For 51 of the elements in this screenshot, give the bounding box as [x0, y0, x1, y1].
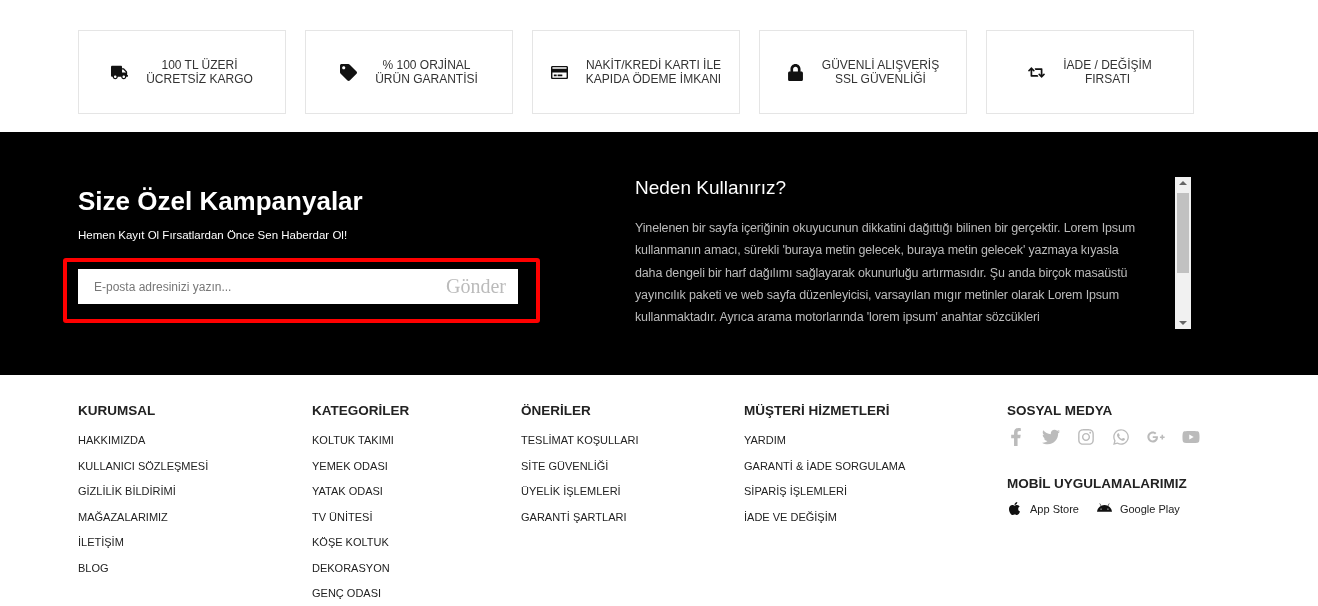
- feature-text: GÜVENLİ ALIŞVERİŞ SSL GÜVENLİĞİ: [821, 58, 940, 86]
- about-paragraph: Yinelenen bir sayfa içeriğinin okuyucunun dikkatini dağıttığı bilinen bir gerçektir. Lorem Ipsum kullanmanın amacı, sürekli 'buraya metin gelecek, buraya metin gelecek' yazmaya kıyasla daha dengeli bir harf dağılımı sağlayarak okunurluğu artırmasıdır. Şu anda birçok masaüstü yayıncılık paketi ve web sayfa düzenleyicisi, varsayılan mıgır metinler olarak Lorem Ipsum kullanmaktadır. Ayrıca arama motorlarında 'lorem ipsum' anahtar sözcükleri: [635, 220, 1135, 327]
- scrollbar-thumb[interactable]: [1177, 193, 1189, 273]
- newsletter-subtitle: Hemen Kayıt Ol Fırsatlardan Önce Sen Haberdar Ol!: [78, 229, 349, 241]
- footer-link[interactable]: TV ÜNİTESİ: [312, 504, 521, 530]
- footer-heading: SOSYAL MEDYA: [1007, 403, 1114, 418]
- footer-link[interactable]: GARANTİ ŞARTLARI: [521, 504, 744, 530]
- footer-heading: KURUMSAL: [78, 403, 157, 418]
- credit-card-icon: [550, 63, 568, 81]
- footer-link[interactable]: YARDIM: [744, 428, 1007, 454]
- tag-icon: [340, 63, 358, 81]
- feature-text: İADE / DEĞİŞİM FIRSATI: [1063, 58, 1152, 86]
- scrollbar[interactable]: [1175, 177, 1191, 329]
- footer-link[interactable]: GİZLİLİK BİLDİRİMİ: [78, 479, 312, 505]
- feature-text: NAKİT/KREDİ KARTI İLE KAPIDA ÖDEME İMKANI: [585, 58, 722, 86]
- footer-link[interactable]: HAKKIMIZDA: [78, 428, 312, 454]
- footer-link[interactable]: YATAK ODASI: [312, 479, 521, 505]
- feature-text: % 100 ORJİNAL ÜRÜN GARANTİSİ: [375, 58, 478, 86]
- footer-link[interactable]: SİTE GÜVENLİĞİ: [521, 453, 744, 479]
- instagram-icon[interactable]: [1077, 428, 1095, 446]
- footer-heading: MOBİL UYGULAMALARIMIZ: [1007, 476, 1188, 491]
- footer-link[interactable]: SİPARİŞ İŞLEMLERİ: [744, 479, 1007, 505]
- footer-link[interactable]: İLETİŞİM: [78, 530, 312, 556]
- youtube-icon[interactable]: [1182, 428, 1200, 446]
- footer-link[interactable]: DEKORASYON: [312, 555, 521, 581]
- apple-icon: [1007, 501, 1022, 516]
- footer-link[interactable]: KÖŞE KOLTUK: [312, 530, 521, 556]
- footer-link[interactable]: TESLİMAT KOŞULLARI: [521, 428, 744, 454]
- footer-link[interactable]: KULLANICI SÖZLEŞMESİ: [78, 453, 312, 479]
- twitter-icon[interactable]: [1042, 428, 1060, 446]
- whatsapp-icon[interactable]: [1112, 428, 1130, 446]
- footer-link[interactable]: MAĞAZALARIMIZ: [78, 504, 312, 530]
- footer-link[interactable]: GARANTİ & İADE SORGULAMA: [744, 453, 1007, 479]
- truck-icon: [111, 63, 129, 81]
- footer-link[interactable]: GENÇ ODASI: [312, 581, 521, 606]
- feature-text: 100 TL ÜZERİ ÜCRETSİZ KARGO: [146, 58, 253, 86]
- scroll-down-icon[interactable]: [1179, 321, 1187, 325]
- newsletter-title: Size Özel Kampanyalar: [78, 186, 364, 217]
- footer-link[interactable]: BLOG: [78, 555, 312, 581]
- about-title: Neden Kullanırız?: [635, 177, 788, 199]
- scroll-up-icon[interactable]: [1179, 181, 1187, 185]
- footer-link[interactable]: YEMEK ODASI: [312, 453, 521, 479]
- footer-link[interactable]: ÜYELİK İŞLEMLERİ: [521, 479, 744, 505]
- footer-heading: KATEGORİLER: [312, 403, 411, 418]
- footer-heading: MÜŞTERİ HİZMETLERİ: [744, 403, 891, 418]
- lock-icon: [786, 63, 804, 81]
- footer-heading: ÖNERİLER: [521, 403, 592, 418]
- footer-link[interactable]: İADE VE DEĞİŞİM: [744, 504, 1007, 530]
- app-store-link[interactable]: App Store: [1007, 501, 1079, 516]
- footer-link[interactable]: KOLTUK TAKIMI: [312, 428, 521, 454]
- app-store-link[interactable]: Google Play: [1096, 501, 1180, 516]
